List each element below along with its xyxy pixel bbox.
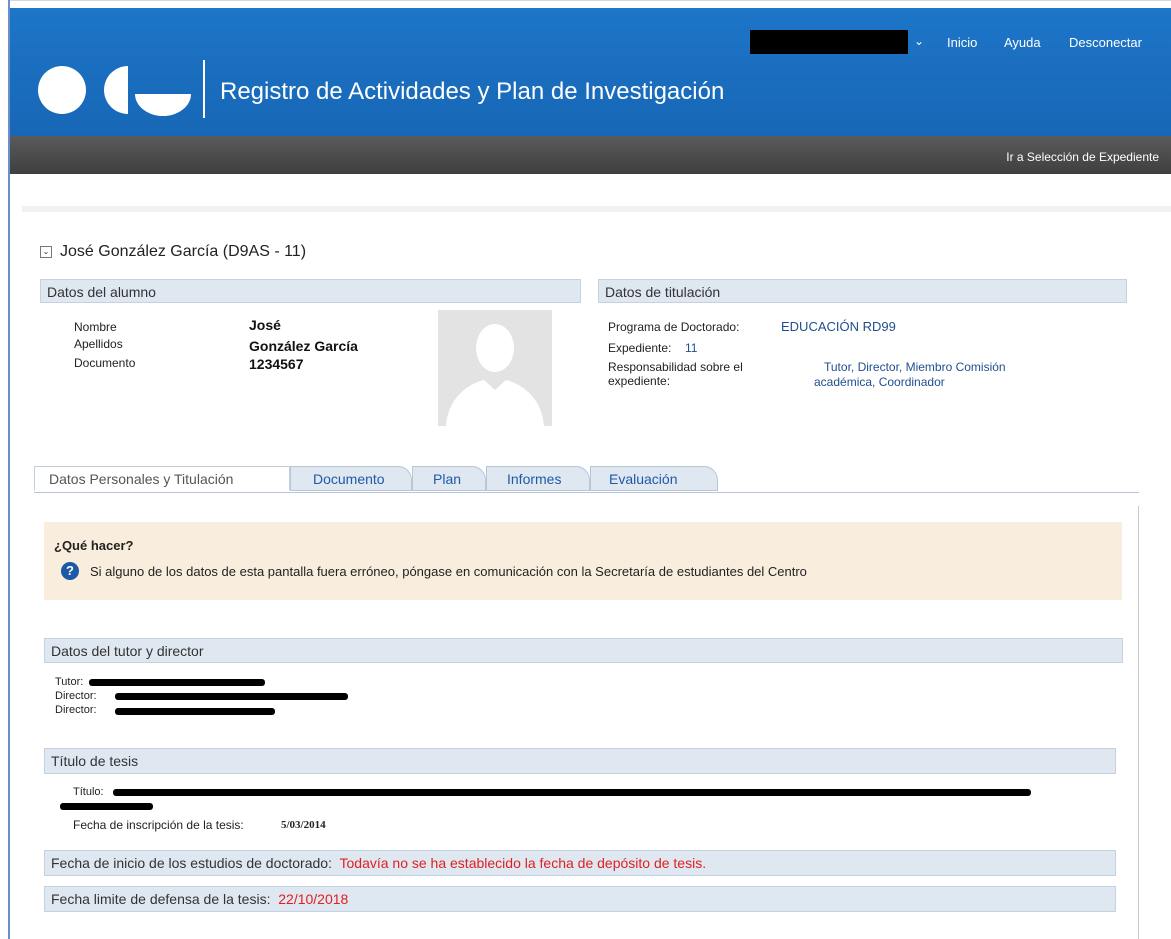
director2-name-redacted [115,708,275,715]
que-hacer-box: ¿Qué hacer? ? Si alguno de los datos de … [44,522,1122,600]
director2-label: Director: [55,704,97,716]
inicio-link[interactable]: Inicio [947,35,977,50]
avatar-silhouette-icon [446,324,544,426]
apellidos-label: Apellidos [74,337,123,351]
que-hacer-title: ¿Qué hacer? [54,538,134,553]
tutor-name-redacted [89,679,265,686]
inicio-estudios-row: Fecha de inicio de los estudios de docto… [44,850,1116,876]
titulo-value-redacted [113,789,1031,796]
responsabilidad-label-1: Responsabilidad sobre el [608,360,743,374]
tab-datos-personales[interactable]: Datos Personales y Titulación [34,466,290,491]
tutor-label: Tutor: [55,676,84,688]
fecha-inscripcion-label: Fecha de inscripción de la tesis: [73,818,244,832]
responsabilidad-label-2: expediente: [608,374,671,388]
responsabilidad-value-1: Tutor, Director, Miembro Comisión [824,360,1006,374]
logo-separator [203,60,205,118]
titulacion-section-header: Datos de titulación [598,279,1127,303]
limite-defensa-row: Fecha limite de defensa de la tesis: 22/… [44,886,1116,912]
tab-informes[interactable]: Informes [486,466,590,491]
app-title: Registro de Actividades y Plan de Invest… [220,78,725,105]
tab-plan[interactable]: Plan [412,466,486,491]
director-label: Director: [55,690,97,702]
documento-label: Documento [74,356,136,370]
titulo-tesis-section-header: Título de tesis [44,748,1116,774]
university-logo [38,66,191,116]
titulo-label: Título: [73,786,104,798]
user-menu-redacted[interactable] [750,30,908,54]
desconectar-link[interactable]: Desconectar [1069,35,1142,50]
limite-defensa-label: Fecha limite de defensa de la tesis: [51,891,271,907]
programa-value: EDUCACIÓN RD99 [781,319,896,334]
chevron-down-icon[interactable]: ⌄ [914,34,924,48]
tab-documento[interactable]: Documento [290,466,412,491]
fecha-inscripcion-value: 5/03/2014 [281,819,326,831]
expediente-label: Expediente: [608,341,672,355]
window-top-border [8,0,1171,8]
responsabilidad-value-2: académica, Coordinador [814,375,945,389]
documento-value: 1234567 [249,356,304,372]
content-divider [22,206,1171,212]
student-heading[interactable]: ⌄ José González García (D9AS - 11) [40,243,306,261]
collapse-icon[interactable]: ⌄ [40,246,52,258]
secondary-nav-bar: Ir a Selección de Expediente [10,136,1171,174]
programa-label: Programa de Doctorado: [608,320,740,334]
alumno-section-header: Datos del alumno [40,279,581,303]
nombre-label: Nombre [74,320,117,334]
ayuda-link[interactable]: Ayuda [1004,35,1041,50]
director-name-redacted [115,693,348,700]
inicio-estudios-label: Fecha de inicio de los estudios de docto… [51,855,332,871]
tab-evaluacion[interactable]: Evaluación [590,466,718,491]
avatar [438,310,552,426]
titulo-value-redacted-line2 [60,803,153,810]
expediente-value: 11 [685,341,698,355]
nombre-value: José [249,317,281,333]
inicio-estudios-value: Todavía no se ha establecido la fecha de… [339,855,707,871]
tab-bar: Datos Personales y Titulación Documento … [34,466,1139,493]
content-right-rule [1138,506,1139,939]
que-hacer-text: Si alguno de los datos de esta pantalla … [90,564,807,579]
help-icon: ? [61,562,79,580]
header: Registro de Actividades y Plan de Invest… [10,8,1171,136]
student-heading-text: José González García (D9AS - 11) [60,243,307,260]
apellidos-value: González García [249,338,358,354]
tutor-director-section-header: Datos del tutor y director [44,638,1123,663]
limite-defensa-value: 22/10/2018 [278,891,349,907]
ir-a-seleccion-expediente-link[interactable]: Ir a Selección de Expediente [1006,150,1159,164]
